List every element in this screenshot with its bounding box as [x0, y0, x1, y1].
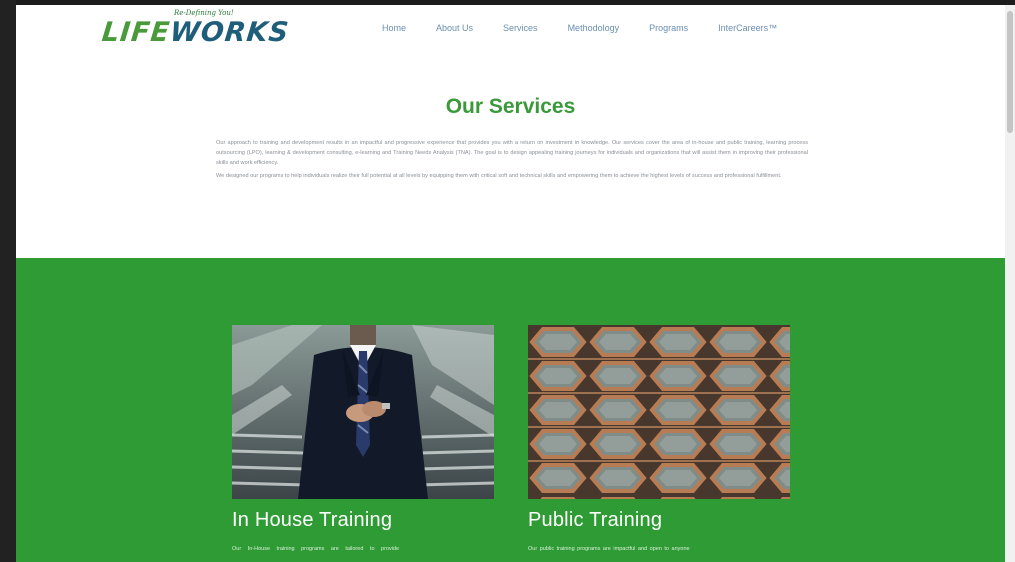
logo-life-text: LIFE — [100, 17, 172, 48]
scrollbar-thumb[interactable] — [1007, 11, 1013, 133]
intro-paragraph-2: We designed our programs to help individ… — [216, 173, 782, 179]
page-title: Our Services — [445, 95, 576, 118]
logo-works-text: WORKS — [168, 17, 291, 48]
nav-programs[interactable]: Programs — [649, 23, 688, 33]
window-frame-left — [0, 0, 16, 562]
nav-methodology[interactable]: Methodology — [568, 23, 620, 33]
businessman-suit-photo[interactable] — [232, 325, 494, 499]
services-intro: Our approach to training and development… — [216, 138, 808, 184]
nav-services[interactable]: Services — [503, 23, 538, 33]
card-title[interactable]: In House Training — [232, 509, 494, 532]
intro-paragraph-1: Our approach to training and development… — [216, 140, 808, 166]
logo-wordmark: LIFEWORKS — [100, 17, 290, 48]
nav-home[interactable]: Home — [382, 23, 406, 33]
web-page: Re-Defining You! LIFEWORKS Home About Us… — [16, 5, 1005, 562]
card-title[interactable]: Public Training — [528, 509, 790, 532]
in-house-training-card[interactable]: In House Training Our In-House training … — [232, 325, 494, 552]
public-training-card[interactable]: Public Training Our public training prog… — [528, 325, 790, 552]
logo-tagline: Re-Defining You! — [174, 9, 234, 17]
page-scrollbar[interactable] — [1005, 5, 1015, 562]
services-cards-section: In House Training Our In-House training … — [16, 258, 1005, 562]
nav-about-us[interactable]: About Us — [436, 23, 473, 33]
card-description: Our public training programs are impactf… — [528, 546, 690, 552]
lifeworks-logo[interactable]: Re-Defining You! LIFEWORKS — [100, 9, 290, 55]
honeycomb-architecture-photo[interactable] — [528, 325, 790, 499]
card-description: Our In-House training programs are tailo… — [232, 546, 400, 552]
main-nav: Home About Us Services Methodology Progr… — [382, 23, 807, 33]
nav-intercareers[interactable]: InterCareers™ — [718, 23, 777, 33]
